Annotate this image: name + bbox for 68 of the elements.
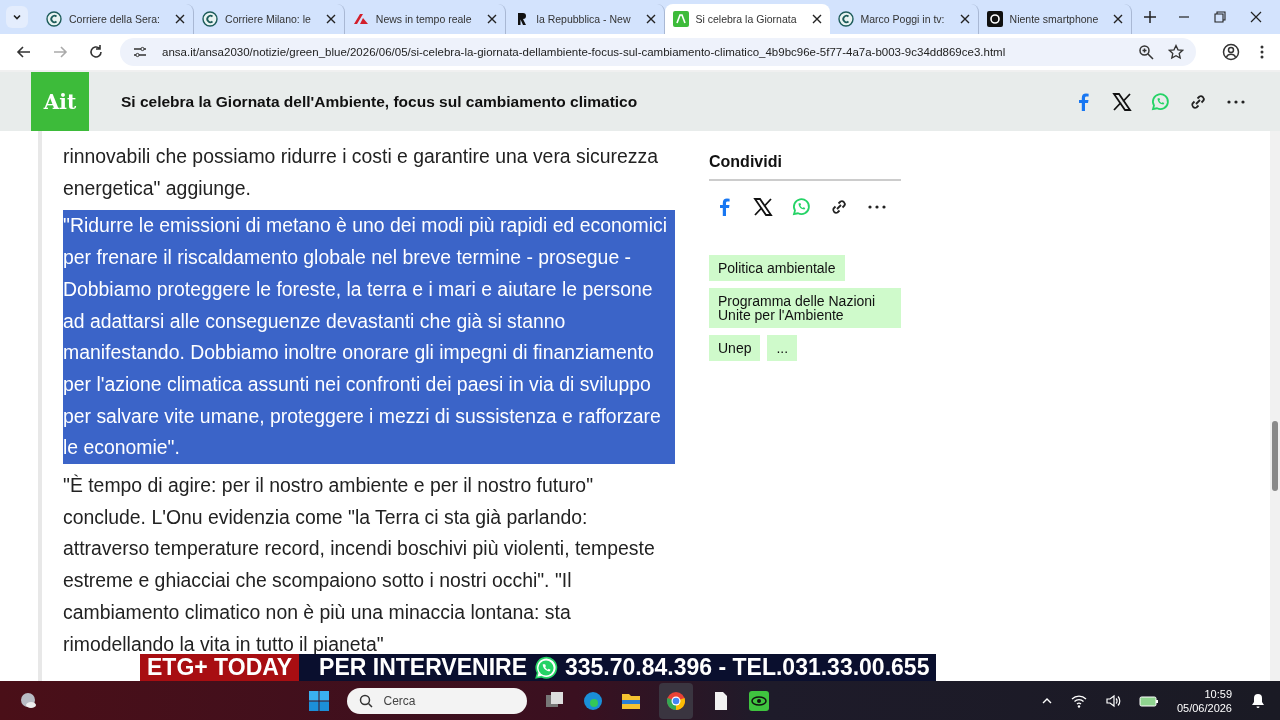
battery-icon[interactable] [1138, 693, 1159, 708]
zoom-icon[interactable] [1138, 44, 1154, 60]
close-icon[interactable] [959, 14, 970, 24]
phone-numbers: 335.70.84.396 - TEL.031.33.00.655 [565, 654, 930, 681]
tag[interactable]: ... [767, 335, 798, 361]
edge-icon[interactable] [583, 690, 604, 711]
article-title: Si celebra la Giornata dell'Ambiente, focus sul cambiamento climatico [121, 92, 638, 111]
close-icon[interactable] [1250, 11, 1262, 23]
star-icon[interactable] [1168, 44, 1184, 60]
banner-label: ETG+ TODAY [140, 654, 300, 681]
chrome-icon [666, 690, 687, 711]
letter-c-icon [837, 11, 854, 27]
tab-title: Corriere Milano: le [225, 13, 312, 25]
taskbar-search[interactable]: Cerca [347, 687, 528, 714]
address-bar[interactable]: ansa.it/ansa2030/notizie/green_blue/2026/06/05/si-celebra-la-giornata-dellambiente-focus-sul-cambiamento-climatico_4b9bc96e-5f77-4a7a-b003-9c34dd869ce3.html [120, 38, 1196, 66]
browser-tab[interactable]: Si celebra la Giornata [664, 4, 830, 34]
url-text: ansa.it/ansa2030/notizie/green_blue/2026/06/05/si-celebra-la-giornata-dellambiente-focus-sul-cambiamento-climatico_4b9bc96e-5f77-4a7a-b003-9c34dd869ce3.html [162, 46, 1006, 58]
x-icon[interactable] [1112, 91, 1132, 112]
link-icon[interactable] [829, 197, 849, 217]
more-icon[interactable] [1226, 98, 1246, 105]
whatsapp-icon [533, 654, 559, 681]
close-icon[interactable] [175, 14, 186, 24]
mountain-logo-icon [352, 11, 369, 27]
site-settings-icon[interactable] [132, 44, 148, 60]
menu-icon[interactable] [1260, 44, 1264, 60]
tab-list-button[interactable] [6, 6, 28, 28]
eye-icon[interactable] [749, 690, 770, 711]
back-icon[interactable] [16, 44, 32, 60]
close-icon[interactable] [325, 14, 336, 24]
speaker-icon[interactable] [1104, 692, 1121, 709]
ring-logo-icon [986, 11, 1003, 27]
search-placeholder: Cerca [383, 693, 416, 708]
search-icon [359, 693, 374, 708]
tab-title: Marco Poggi in tv: [860, 13, 946, 25]
profile-icon[interactable] [1222, 43, 1240, 61]
letter-c-icon [46, 11, 62, 27]
tab-title: Corriere della Sera: [69, 13, 162, 25]
clock-date[interactable]: 05/06/2026 [1176, 700, 1232, 715]
tag[interactable]: Unep [709, 335, 761, 361]
paragraph: rinnovabili che possiamo ridurre i costi e garantire una vera sicurezza energetica" aggiunge. [63, 144, 659, 201]
close-icon[interactable] [645, 14, 656, 24]
paragraph: "È tempo di agire: per il nostro ambiente e per il nostro futuro" conclude. L'Onu evidenzia come "la Terra ci sta già parlando: attraverso temperature record, incendi boschivi più violenti, tempeste estreme e ghiacciai che scompaiono sotto i nostri occhi". "Il cambiamento climatico non è più una minaccia lontana: sta rimodellando la vita in tutto il pianeta" [63, 473, 656, 657]
close-icon[interactable] [811, 14, 822, 24]
tag[interactable]: Programma delle Nazioni Unite per l'Ambiente [709, 288, 901, 328]
new-tab-icon[interactable] [1144, 11, 1157, 23]
weather-icon[interactable] [18, 690, 38, 711]
paragraph: "Ridurre le emissioni di metano è uno dei modi più rapidi ed economici per frenare il riscaldamento globale nel breve termine - prosegue - Dobbiamo proteggere le foreste, la terra e i mari e aiutare le persone ad adattarsi alle conseguenze devastanti che già si stanno manifestando. Dobbiamo inoltre onorare gli impegni di finanziamento per l'azione climatica assunti nei confronti dei paesi in via di sviluppo per salvare vite umane, proteggere i mezzi di sussistenza e rafforzare le economie". [63, 210, 675, 465]
scroll-thumb[interactable] [1272, 421, 1278, 491]
restore-icon[interactable] [1214, 11, 1226, 23]
tab-title: la Repubblica - New [536, 13, 632, 25]
share-heading: Condividi [709, 153, 901, 181]
banner-text: PER INTERVENIRE [319, 654, 527, 681]
close-icon[interactable] [486, 14, 497, 24]
reload-icon[interactable] [88, 44, 104, 60]
scrollbar[interactable] [1270, 131, 1280, 681]
windows-start-icon[interactable] [309, 690, 330, 711]
chrome-taskbar-button[interactable] [659, 682, 694, 719]
more-icon[interactable] [867, 204, 887, 210]
site-logo-icon [672, 11, 689, 27]
close-icon[interactable] [1113, 14, 1124, 24]
tab-title: News in tempo reale [375, 13, 473, 25]
notification-icon[interactable] [1250, 692, 1266, 709]
tab-title: Si celebra la Giornata [695, 13, 798, 25]
x-icon[interactable] [753, 197, 773, 217]
letter-c-icon [202, 11, 219, 27]
tab-title: Niente smartphone [1009, 13, 1100, 25]
clock-time[interactable]: 10:59 [1204, 686, 1232, 701]
tag[interactable]: Politica ambientale [709, 255, 845, 281]
